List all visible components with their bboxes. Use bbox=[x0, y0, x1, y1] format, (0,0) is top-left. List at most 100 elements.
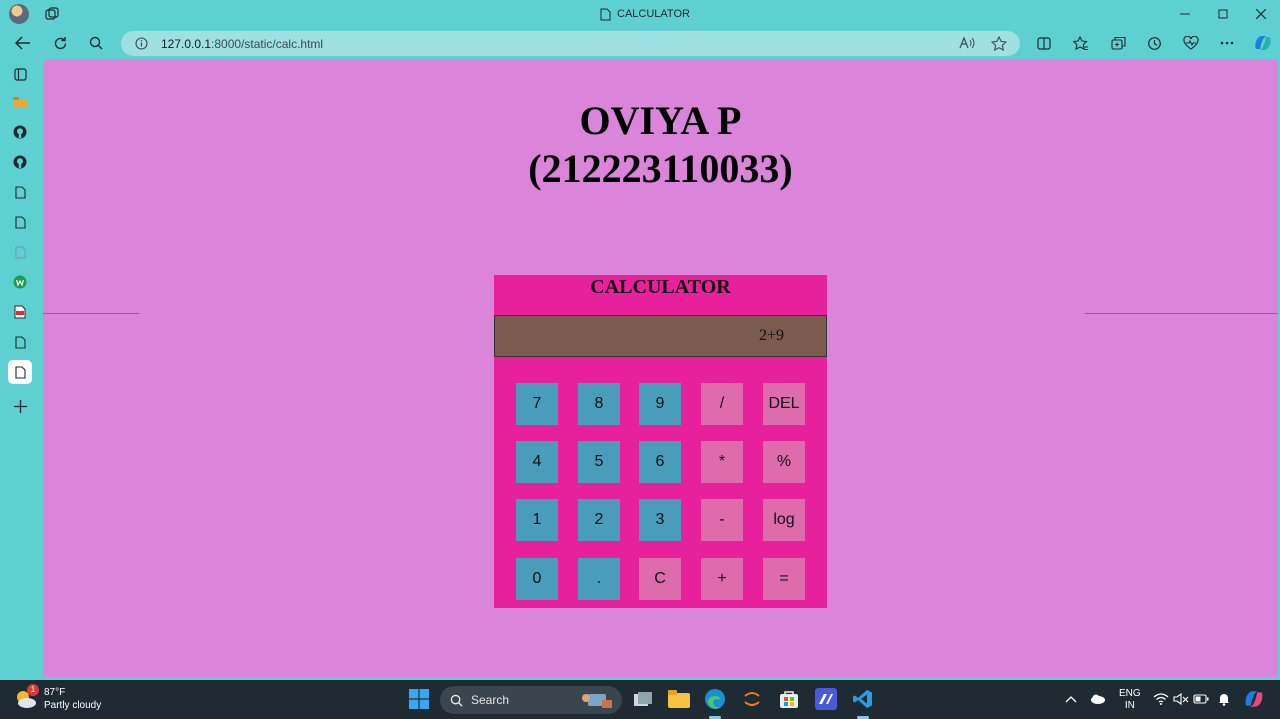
url-host: 127.0.0.1 bbox=[161, 36, 212, 51]
address-bar[interactable]: 127.0.0.1:8000/static/calc.html bbox=[121, 31, 1020, 56]
app-button-purple[interactable] bbox=[815, 688, 837, 710]
edge-button[interactable] bbox=[704, 688, 726, 710]
history-icon bbox=[1147, 36, 1161, 50]
student-id: (212223110033) bbox=[528, 146, 793, 191]
key-clear-button[interactable]: C bbox=[639, 558, 681, 600]
more-menu-button[interactable] bbox=[1216, 32, 1238, 54]
new-tab-button[interactable] bbox=[9, 395, 31, 417]
key-multiply-button[interactable]: * bbox=[701, 441, 743, 483]
edge-icon bbox=[705, 689, 725, 709]
github-icon bbox=[13, 155, 27, 169]
notifications-button[interactable] bbox=[1213, 688, 1235, 710]
search-label: Search bbox=[471, 693, 510, 707]
windows-logo-icon bbox=[409, 689, 429, 709]
key-7-button[interactable]: 7 bbox=[516, 383, 558, 425]
sidebar-tab-page-1[interactable] bbox=[9, 181, 31, 203]
key-equals-button[interactable]: = bbox=[763, 558, 805, 600]
vscode-button[interactable] bbox=[852, 688, 874, 710]
copilot-icon bbox=[1245, 691, 1263, 707]
key-divide-button[interactable]: / bbox=[701, 383, 743, 425]
volume-button[interactable] bbox=[1170, 688, 1192, 710]
display-value: 2+9 bbox=[758, 327, 784, 344]
sidebar-tab-github-2[interactable] bbox=[9, 151, 31, 173]
search-button[interactable] bbox=[85, 32, 107, 54]
key-5-button[interactable]: 5 bbox=[578, 441, 620, 483]
store-icon bbox=[780, 691, 798, 708]
refresh-button[interactable] bbox=[49, 32, 71, 54]
copilot-button[interactable] bbox=[1252, 32, 1274, 54]
browser-essentials-button[interactable] bbox=[1180, 32, 1202, 54]
calculator-title: CALCULATOR bbox=[590, 276, 731, 298]
file-explorer-button[interactable] bbox=[668, 688, 690, 710]
store-button[interactable] bbox=[778, 688, 800, 710]
weather-condition: Partly cloudy bbox=[44, 700, 102, 711]
close-icon bbox=[1256, 9, 1266, 19]
key-3-button[interactable]: 3 bbox=[639, 499, 681, 541]
start-button[interactable] bbox=[408, 688, 430, 710]
calculator-display[interactable]: 2+9 bbox=[494, 315, 827, 357]
onedrive-button[interactable] bbox=[1087, 688, 1109, 710]
key-2-button[interactable]: 2 bbox=[578, 499, 620, 541]
minimize-button[interactable] bbox=[1175, 4, 1195, 24]
collections-icon bbox=[1110, 36, 1126, 50]
close-button[interactable] bbox=[1251, 4, 1271, 24]
battery-icon bbox=[1193, 694, 1209, 704]
show-hidden-icons-button[interactable] bbox=[1060, 688, 1082, 710]
sidebar-tab-1[interactable] bbox=[9, 91, 31, 113]
refresh-icon bbox=[54, 36, 66, 49]
back-arrow-icon bbox=[15, 36, 30, 50]
search-highlight-icon bbox=[582, 694, 612, 708]
key-percent-button[interactable]: % bbox=[763, 441, 805, 483]
favorites-button[interactable] bbox=[1070, 32, 1092, 54]
maximize-button[interactable] bbox=[1213, 4, 1233, 24]
key-add-button[interactable]: + bbox=[701, 558, 743, 600]
task-view-button[interactable] bbox=[632, 688, 654, 710]
weather-widget[interactable]: 1 87°F Partly cloudy bbox=[14, 684, 102, 712]
weather-icon: 1 bbox=[14, 684, 39, 710]
split-screen-button[interactable] bbox=[1033, 32, 1055, 54]
sidebar-tab-page-2[interactable] bbox=[9, 211, 31, 233]
key-subtract-button[interactable]: - bbox=[701, 499, 743, 541]
taskbar-search[interactable]: Search bbox=[440, 686, 622, 714]
plus-icon bbox=[13, 399, 27, 413]
sidebar-tab-w[interactable] bbox=[9, 271, 31, 293]
wifi-button[interactable] bbox=[1150, 688, 1172, 710]
key-1-button[interactable]: 1 bbox=[516, 499, 558, 541]
key-delete-button[interactable]: DEL bbox=[763, 383, 805, 425]
key-9-button[interactable]: 9 bbox=[639, 383, 681, 425]
key-6-button[interactable]: 6 bbox=[639, 441, 681, 483]
key-decimal-button[interactable]: . bbox=[578, 558, 620, 600]
page-heading: OVIYA P (212223110033) bbox=[43, 97, 1278, 193]
language-line1: ENG bbox=[1119, 688, 1141, 699]
tab-actions-button[interactable] bbox=[9, 63, 31, 85]
collections-button[interactable] bbox=[1107, 32, 1129, 54]
calculator: CALCULATOR 2+9 7 8 9 / DEL 4 5 6 *% 1 2 3- log 0. C + = bbox=[494, 275, 827, 608]
app-button-orange[interactable] bbox=[741, 688, 763, 710]
history-button[interactable] bbox=[1143, 32, 1165, 54]
sidebar-tab-pdf[interactable] bbox=[9, 301, 31, 323]
copilot-taskbar-button[interactable] bbox=[1243, 688, 1265, 710]
key-log-button[interactable]: log bbox=[763, 499, 805, 541]
battery-button[interactable] bbox=[1190, 688, 1212, 710]
favorite-star-icon[interactable] bbox=[991, 36, 1007, 51]
language-indicator[interactable]: ENG IN bbox=[1119, 688, 1141, 712]
tab-actions-icon bbox=[13, 67, 27, 81]
sidebar-tab-active[interactable] bbox=[8, 360, 32, 384]
url-path: :8000/static/calc.html bbox=[211, 36, 324, 51]
key-0-button[interactable]: 0 bbox=[516, 558, 558, 600]
search-icon bbox=[450, 694, 463, 707]
sidebar-tab-page-3[interactable] bbox=[9, 241, 31, 263]
read-aloud-icon[interactable] bbox=[959, 36, 975, 50]
chevron-up-icon bbox=[1065, 696, 1077, 703]
back-button[interactable] bbox=[12, 32, 34, 54]
info-icon[interactable] bbox=[135, 37, 148, 50]
workspaces-icon[interactable] bbox=[45, 7, 59, 20]
key-4-button[interactable]: 4 bbox=[516, 441, 558, 483]
profile-avatar[interactable] bbox=[9, 4, 29, 24]
wifi-icon bbox=[1153, 693, 1169, 705]
pdf-file-icon bbox=[14, 305, 26, 319]
key-8-button[interactable]: 8 bbox=[578, 383, 620, 425]
sidebar-tab-github-1[interactable] bbox=[9, 121, 31, 143]
title-bar: CALCULATOR bbox=[0, 0, 1280, 28]
sidebar-tab-page-4[interactable] bbox=[9, 331, 31, 353]
